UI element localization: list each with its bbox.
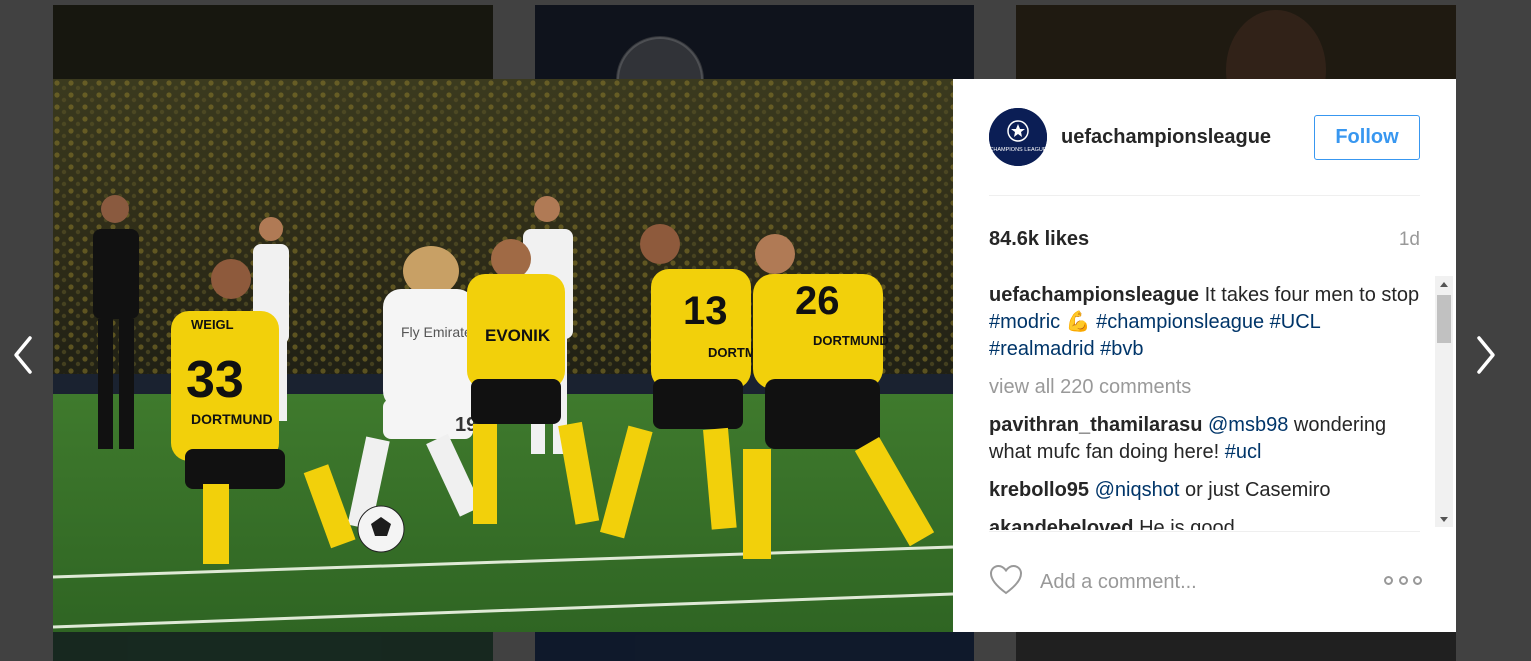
dot-icon xyxy=(1384,575,1393,585)
football-match-illustration: Fly Emirates 19 WEIGL 33 DORTMUND EVONIK xyxy=(53,79,953,632)
comment-text: or just Casemiro xyxy=(1179,479,1331,501)
svg-text:26: 26 xyxy=(795,279,840,323)
hashtag-championsleague[interactable]: #championsleague xyxy=(1096,311,1264,333)
caption-text: It takes four men to stop xyxy=(1199,284,1420,306)
comments-scrollbar[interactable] xyxy=(1435,276,1453,527)
svg-text:WEIGL: WEIGL xyxy=(191,317,234,332)
account-username[interactable]: uefachampionsleague xyxy=(1061,126,1271,149)
svg-text:33: 33 xyxy=(186,351,244,409)
football-graphic xyxy=(357,505,405,553)
comment-username[interactable]: pavithran_thamilarasu xyxy=(989,414,1202,436)
comment-mention[interactable]: @msb98 xyxy=(1208,414,1288,436)
caption-username[interactable]: uefachampionsleague xyxy=(989,284,1199,306)
svg-text:CHAMPIONS LEAGUE: CHAMPIONS LEAGUE xyxy=(989,147,1046,153)
caption: uefachampionsleague It takes four men to… xyxy=(989,282,1427,363)
comment-mention[interactable]: @niqshot xyxy=(1095,479,1180,501)
comment-username[interactable]: akandebeloved xyxy=(989,517,1134,530)
svg-text:DORTMUND: DORTMUND xyxy=(191,411,273,427)
svg-text:DORTMUND: DORTMUND xyxy=(813,333,889,348)
comment-hashtag[interactable]: #ucl xyxy=(1225,441,1262,463)
comment-item: akandebeloved He is good xyxy=(989,515,1427,530)
comment-item: krebollo95 @niqshot or just Casemiro xyxy=(989,477,1427,504)
hashtag-ucl[interactable]: #UCL xyxy=(1270,311,1320,333)
flexed-biceps-emoji: 💪 xyxy=(1065,311,1091,333)
hashtag-realmadrid[interactable]: #realmadrid xyxy=(989,338,1095,360)
grid-tile-top-1[interactable] xyxy=(53,5,493,79)
likes-count[interactable]: 84.6k likes xyxy=(989,228,1089,251)
comments-list: uefachampionsleague It takes four men to… xyxy=(989,282,1427,530)
previous-arrow-button[interactable] xyxy=(8,332,38,378)
grid-tile-top-2[interactable] xyxy=(535,5,974,79)
champions-league-logo-icon: CHAMPIONS LEAGUE xyxy=(989,108,1047,166)
grid-tile-bottom-1[interactable] xyxy=(53,632,493,661)
account-avatar[interactable]: CHAMPIONS LEAGUE xyxy=(989,108,1047,166)
grid-tile-top-3[interactable] xyxy=(1016,5,1456,79)
hashtag-bvb[interactable]: #bvb xyxy=(1100,338,1143,360)
scroll-down-button[interactable] xyxy=(1435,511,1453,527)
dot-icon xyxy=(1398,575,1408,585)
post-photo[interactable]: Fly Emirates 19 WEIGL 33 DORTMUND EVONIK xyxy=(53,79,953,632)
post-timestamp[interactable]: 1d xyxy=(1399,229,1420,251)
follow-button[interactable]: Follow xyxy=(1314,115,1420,160)
grid-tile-bottom-2[interactable] xyxy=(535,632,974,661)
comment-text: He is good xyxy=(1133,517,1235,530)
scroll-up-button[interactable] xyxy=(1435,276,1453,292)
grid-tile-bottom-3[interactable] xyxy=(1016,632,1456,661)
view-all-comments-link[interactable]: view all 220 comments xyxy=(989,374,1427,401)
heart-icon xyxy=(989,564,1023,595)
comment-username[interactable]: krebollo95 xyxy=(989,479,1089,501)
svg-text:EVONIK: EVONIK xyxy=(485,326,551,345)
triangle-up-icon xyxy=(1440,281,1448,287)
dot-icon xyxy=(1413,575,1422,585)
triangle-down-icon xyxy=(1440,516,1448,522)
next-arrow-button[interactable] xyxy=(1471,332,1501,378)
add-comment-input[interactable] xyxy=(1040,567,1360,597)
hashtag-modric[interactable]: #modric xyxy=(989,311,1060,333)
chevron-right-icon xyxy=(1477,336,1495,374)
comment-item: pavithran_thamilarasu @msb98 wondering w… xyxy=(989,412,1427,466)
scrollbar-thumb[interactable] xyxy=(1437,295,1451,343)
post-header: CHAMPIONS LEAGUE uefachampionsleague Fol… xyxy=(989,79,1420,196)
svg-text:13: 13 xyxy=(683,289,728,333)
divider xyxy=(989,531,1420,532)
chevron-left-icon xyxy=(14,336,32,374)
more-options-button[interactable] xyxy=(1384,571,1422,589)
post-details-panel: CHAMPIONS LEAGUE uefachampionsleague Fol… xyxy=(953,79,1456,632)
like-button[interactable] xyxy=(989,564,1023,596)
